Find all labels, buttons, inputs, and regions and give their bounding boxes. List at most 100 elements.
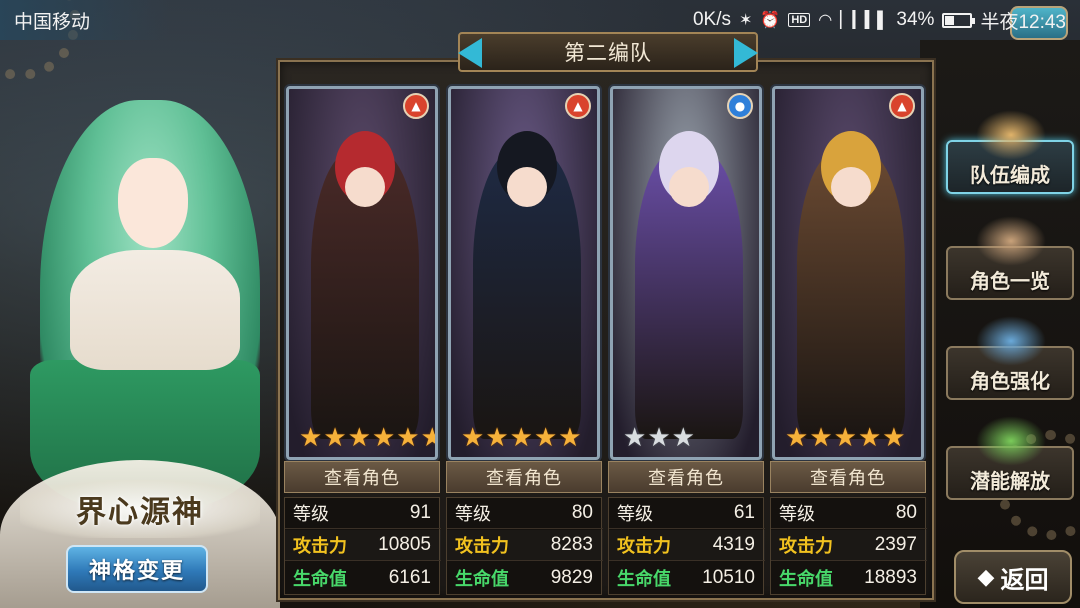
carrier-label: 中国移动 <box>14 11 91 33</box>
character-art <box>613 89 759 457</box>
next-team-arrow-icon[interactable] <box>734 38 758 68</box>
status-bar: 中国移动 0K/s ✶ ⏰ HD ◠ ▏▎▍▌ 34% 半夜12:43 <box>0 0 1080 40</box>
rarity-star-icon: ★ <box>785 423 809 453</box>
previous-team-arrow-icon[interactable] <box>458 38 482 68</box>
hp-value: 6161 <box>388 566 431 588</box>
attack-value: 10805 <box>378 534 431 555</box>
attack-value: 4319 <box>712 534 755 555</box>
character-face <box>507 167 547 207</box>
rarity-star-icon: ★ <box>833 423 857 453</box>
signal-icon: ▏▎▍▌ <box>840 12 889 29</box>
rarity-star-icon: ★ <box>371 423 396 453</box>
back-button[interactable]: ◆ 返回 <box>954 550 1072 604</box>
attack-label: 攻击力 <box>293 536 347 557</box>
view-character-button[interactable]: 查看角色 <box>608 461 764 493</box>
hp-row: 生命值 10510 <box>609 562 765 593</box>
attack-row: 攻击力 4319 <box>609 530 765 561</box>
menu-item-label: 角色一览 <box>970 268 1050 293</box>
rarity-star-icon: ★ <box>671 423 695 453</box>
attack-label: 攻击力 <box>455 536 509 557</box>
character-art <box>289 89 435 457</box>
hp-row: 生命值 6161 <box>285 562 441 593</box>
rarity-star-icon: ★ <box>623 423 647 453</box>
menu-item-label: 潜能解放 <box>970 468 1050 493</box>
level-value: 80 <box>895 502 917 523</box>
character-face <box>669 167 709 207</box>
character-card[interactable]: ● ★ ★ ★ <box>610 86 762 460</box>
fire-element-icon: ▲ <box>403 93 429 119</box>
rarity-star-icon: ★ <box>396 423 420 453</box>
rarity-star-icon: ★ <box>647 423 671 453</box>
battery-percent: 34% <box>896 9 935 30</box>
fire-element-icon: ▲ <box>565 93 591 119</box>
level-row: 等级 80 <box>447 498 603 529</box>
rarity-star-icon: ★ <box>347 423 371 453</box>
character-card[interactable]: ▲ ★ ★ ★ ★ ★ <box>772 86 924 460</box>
back-button-label: 返回 <box>1000 565 1049 594</box>
rarity-star-icon: ★ <box>857 423 882 453</box>
character-art <box>775 89 921 457</box>
level-value: 80 <box>571 502 593 523</box>
rarity-star-icon: ★ <box>509 423 533 453</box>
character-face <box>345 167 385 207</box>
back-arrow-icon: ◆ <box>977 564 995 590</box>
level-label: 等级 <box>293 504 329 525</box>
rarity-stars: ★ ★ ★ ★ ★ <box>785 425 906 451</box>
crystal-upgrade-icon <box>976 316 1046 366</box>
alarm-icon: ⏰ <box>760 12 781 29</box>
rarity-stars: ★★★★★★ <box>299 423 435 453</box>
attack-value: 2397 <box>874 534 917 555</box>
level-row: 等级 61 <box>609 498 765 529</box>
character-stats: 等级 80 攻击力 8283 生命值 9829 <box>446 497 603 595</box>
attack-label: 攻击力 <box>617 536 671 557</box>
character-stats: 等级 61 攻击力 4319 生命值 10510 <box>608 497 765 595</box>
attack-row: 攻击力 8283 <box>447 530 603 561</box>
party-portraits-icon <box>976 110 1046 160</box>
character-card[interactable]: ▲ ★ ★ ★ ★ ★ <box>448 86 600 460</box>
character-stats: 等级 91 攻击力 10805 生命值 6161 <box>284 497 441 595</box>
water-element-icon: ● <box>727 93 753 119</box>
rarity-stars: ★ ★ ★ <box>623 425 695 451</box>
level-row: 等级 91 <box>285 498 441 529</box>
character-card[interactable]: ▲ ★★★★★★ <box>286 86 438 460</box>
level-label: 等级 <box>617 504 653 525</box>
view-character-button[interactable]: 查看角色 <box>284 461 440 493</box>
menu-item-label: 角色强化 <box>970 368 1050 393</box>
hp-value: 10510 <box>702 566 755 588</box>
rarity-star-icon: ★ <box>809 423 833 453</box>
character-art <box>451 89 597 457</box>
rarity-star-icon: ★ <box>421 425 435 451</box>
attack-value: 8283 <box>550 534 593 555</box>
character-face <box>831 167 871 207</box>
book-icon <box>976 216 1046 266</box>
level-label: 等级 <box>455 504 491 525</box>
hp-row: 生命值 9829 <box>447 562 603 593</box>
rarity-star-icon: ★ <box>533 423 558 453</box>
battery-fill <box>945 15 954 25</box>
view-character-button[interactable]: 查看角色 <box>446 461 602 493</box>
rarity-star-icon: ★ <box>461 423 485 453</box>
rarity-star-icon: ★ <box>485 423 509 453</box>
deity-name: 界心源神 <box>76 495 204 530</box>
rarity-star-icon: ★ <box>323 423 347 453</box>
hd-icon: HD <box>788 13 811 27</box>
deity-body <box>70 250 240 370</box>
bluetooth-icon: ✶ <box>738 12 753 29</box>
net-speed: 0K/s <box>692 9 731 30</box>
menu-item-label: 队伍编成 <box>970 162 1050 187</box>
clock: 半夜12:43 <box>980 11 1066 33</box>
rarity-star-icon: ★ <box>558 423 582 453</box>
level-value: 61 <box>733 502 755 523</box>
rarity-star-icon: ★ <box>882 423 906 453</box>
hp-label: 生命值 <box>455 568 509 590</box>
view-character-button[interactable]: 查看角色 <box>770 461 926 493</box>
wifi-icon: ◠ <box>818 12 833 29</box>
change-deity-button[interactable]: 神格变更 <box>66 545 208 593</box>
hp-row: 生命值 18893 <box>771 562 927 593</box>
attack-row: 攻击力 10805 <box>285 530 441 561</box>
status-icons: 0K/s ✶ ⏰ HD ◠ ▏▎▍▌ 34% 半夜12:43 <box>693 7 1066 34</box>
deity-name-plate: 界心源神 <box>20 480 260 538</box>
battery-icon <box>942 12 976 28</box>
team-name: 第二编队 <box>564 41 652 65</box>
hp-value: 18893 <box>864 566 917 588</box>
